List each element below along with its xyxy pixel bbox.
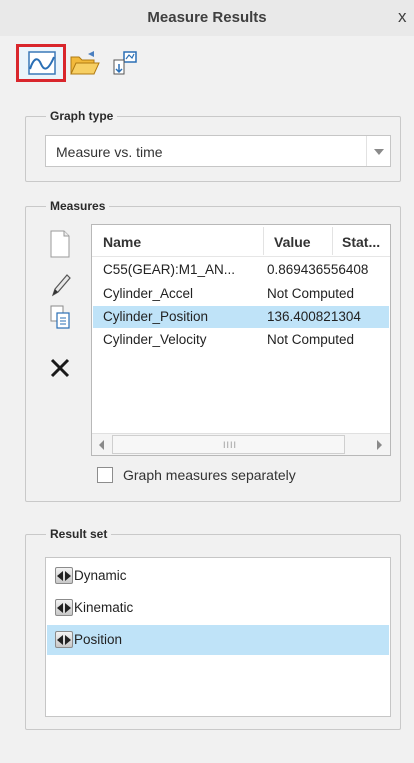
list-item[interactable]: Dynamic [47,561,389,591]
measure-name: Cylinder_Position [103,309,209,324]
window-title: Measure Results [147,9,267,26]
table-row[interactable]: Cylinder_Velocity Not Computed [93,329,389,351]
title-bar: Measure Results x [0,0,414,36]
copy-icon [50,305,70,329]
list-item[interactable]: Kinematic [47,593,389,623]
column-header-name[interactable]: Name [103,234,141,250]
result-set-legend: Result set [46,527,112,541]
graph-type-select[interactable]: Measure vs. time [45,135,391,167]
result-set-icon [55,631,73,648]
column-header-status[interactable]: Stat... [342,234,380,250]
scroll-thumb[interactable]: IIII [112,435,345,454]
column-divider[interactable] [263,227,264,255]
measure-name: Cylinder_Velocity [103,332,207,347]
result-set-label: Dynamic [74,568,127,583]
delete-icon [50,358,70,378]
new-measure-icon [50,230,70,258]
result-set-list[interactable]: Dynamic Kinematic Position [45,557,391,717]
table-header: Name Value Stat... [92,225,390,257]
measure-value: 136.400821304 [267,309,361,324]
column-divider[interactable] [332,227,333,255]
measures-table[interactable]: Name Value Stat... C55(GEAR):M1_AN... 0.… [91,224,391,456]
result-set-label: Position [74,632,123,647]
open-button[interactable] [68,44,108,82]
measure-name: Cylinder_Accel [103,286,194,301]
column-header-value[interactable]: Value [274,234,311,250]
delete-measure-button[interactable] [48,354,72,384]
graph-icon [28,51,56,75]
graph-button[interactable] [16,44,66,82]
graph-type-value: Measure vs. time [56,144,163,160]
horizontal-scrollbar[interactable]: IIII [92,433,390,455]
table-row-selected[interactable]: Cylinder_Position 136.400821304 [93,306,389,328]
scroll-left-icon[interactable] [92,434,112,455]
edit-measure-button[interactable] [48,270,72,300]
copy-measure-button[interactable] [48,303,72,333]
export-icon [113,51,137,75]
open-folder-icon [70,51,100,75]
close-icon[interactable]: x [398,7,407,27]
scroll-right-icon[interactable] [369,434,389,455]
result-set-icon [55,599,73,616]
table-row[interactable]: C55(GEAR):M1_AN... 0.869436556408 [93,259,389,281]
export-button[interactable] [108,44,148,82]
table-row[interactable]: Cylinder_Accel Not Computed [93,283,389,305]
graph-separately-label[interactable]: Graph measures separately [123,467,296,483]
thumb-grip: IIII [223,440,238,450]
list-item-selected[interactable]: Position [47,625,389,655]
new-measure-button[interactable] [48,229,72,259]
result-set-icon [55,567,73,584]
measure-name: C55(GEAR):M1_AN... [103,262,236,277]
graph-separately-checkbox[interactable] [97,467,113,483]
measures-legend: Measures [46,199,110,213]
graph-type-legend: Graph type [46,109,118,123]
measure-value: Not Computed [267,332,355,347]
result-set-label: Kinematic [74,600,134,615]
measure-value: 0.869436556408 [267,262,369,277]
edit-pencil-icon [51,274,71,297]
measure-value: Not Computed [267,286,355,301]
chevron-down-icon[interactable] [366,136,390,166]
